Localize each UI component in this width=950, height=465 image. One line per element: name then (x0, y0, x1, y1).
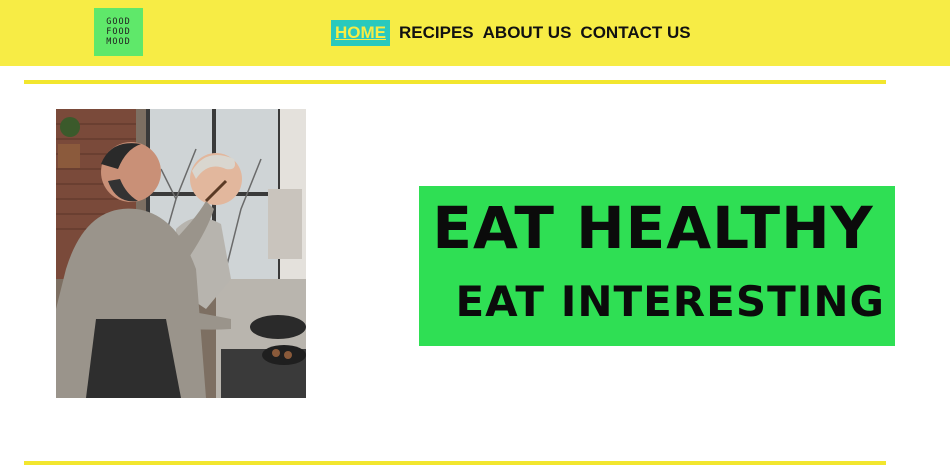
logo-line-good: GOOD (106, 17, 131, 27)
hero-title-line-2: EAT INTERESTING (455, 277, 885, 326)
nav-item-contact-us[interactable]: CONTACT US (580, 20, 690, 46)
hero-title-line-1: EAT HEALTHY (432, 194, 874, 262)
top-divider (24, 80, 886, 84)
main-nav: HOME RECIPES ABOUT US CONTACT US (331, 20, 700, 46)
site-header: GOOD FOOD MOOD HOME RECIPES ABOUT US CON… (0, 0, 950, 66)
nav-item-recipes[interactable]: RECIPES (399, 20, 474, 46)
hero-banner: EAT HEALTHY EAT INTERESTING (419, 186, 895, 346)
bottom-divider (24, 461, 886, 465)
hero-photo (56, 109, 306, 398)
nav-item-home[interactable]: HOME (331, 20, 390, 46)
hero-photo-illustration (56, 109, 306, 398)
logo[interactable]: GOOD FOOD MOOD (94, 8, 143, 56)
logo-line-mood: MOOD (106, 37, 131, 47)
nav-item-about-us[interactable]: ABOUT US (483, 20, 572, 46)
logo-line-food: FOOD (106, 27, 131, 37)
